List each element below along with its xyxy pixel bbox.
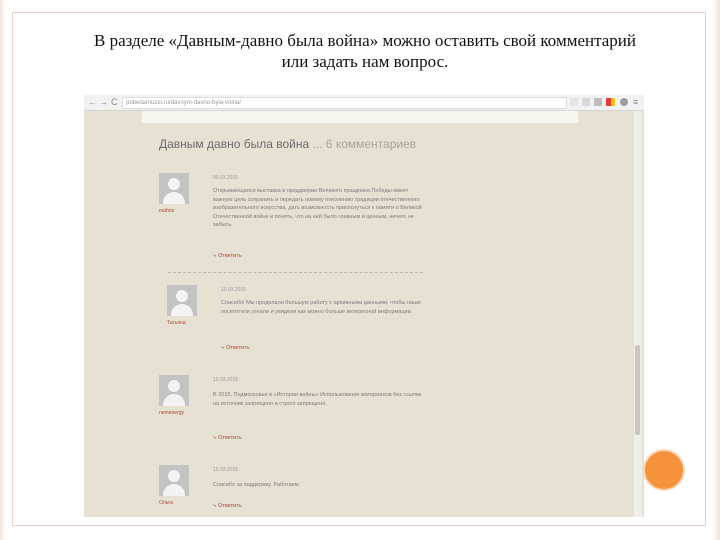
reply-link[interactable]: ⤷ Ответить — [213, 253, 242, 260]
back-arrow-icon[interactable]: ← — [88, 96, 97, 108]
menu-icon[interactable]: ≡ — [633, 96, 638, 108]
avatar — [167, 285, 197, 316]
avatar — [159, 375, 189, 406]
scrollbar-track[interactable] — [634, 111, 642, 517]
reply-icon: ⤷ — [213, 253, 217, 259]
comment-item: nemenergy 15.03.2015 В 2015, Подмосковье… — [159, 375, 421, 445]
reload-icon[interactable]: C — [111, 96, 118, 108]
comment-item: Ольга 16.03.2015 Спасибо за поддержку. Р… — [159, 465, 419, 517]
reply-icon: ⤷ — [213, 503, 217, 509]
comment-divider — [168, 272, 423, 273]
slide-title: В разделе «Давным-давно была война» можн… — [40, 30, 690, 72]
comment-item: Татьяна 10.03.2015 Спасибо! Мы проделали… — [167, 285, 427, 355]
address-bar[interactable]: pobedamuzei.ru/davnym-davno-byla-voina/ — [122, 97, 567, 109]
forward-arrow-icon[interactable]: → — [99, 96, 108, 108]
reply-icon: ⤷ — [213, 435, 217, 441]
reply-label: Ответить — [218, 253, 242, 259]
decorative-orange-circle — [643, 449, 685, 491]
comment-author[interactable]: Татьяна — [167, 320, 186, 326]
avatar — [159, 173, 189, 204]
comments-heading-title: Давным давно была война — [159, 137, 310, 151]
reply-link[interactable]: ⤷ Ответить — [213, 435, 242, 442]
reply-label: Ответить — [226, 345, 250, 351]
slide-edge-left — [0, 0, 6, 540]
comment-date[interactable]: 16.03.2015 — [213, 467, 238, 473]
reply-label: Ответить — [218, 503, 242, 509]
comment-text: Спасибо за поддержку. Работаем. — [213, 482, 301, 488]
reply-icon: ⤷ — [221, 345, 225, 351]
browser-screenshot: ← → C pobedamuzei.ru/davnym-davno-byla-v… — [84, 95, 644, 517]
extension-icon-4[interactable] — [611, 98, 615, 106]
comment-text: Спасибо! Мы проделали большую работу с а… — [221, 300, 421, 315]
page-header-strip — [142, 111, 578, 123]
comment-text: В 2015, Подмосковье в «Истории войны» Ис… — [213, 392, 422, 407]
slide-title-line-2: или задать нам вопрос. — [281, 52, 449, 71]
comment-date[interactable]: 09.03.2015 — [213, 175, 238, 181]
browser-toolbar: ← → C pobedamuzei.ru/davnym-davno-byla-v… — [84, 95, 644, 111]
comment-text: Открывающаяся выставка в преддверии Вели… — [213, 188, 422, 228]
comment-item: mahno 09.03.2015 Открывающаяся выставка … — [159, 173, 422, 268]
comment-date[interactable]: 10.03.2015 — [221, 287, 246, 293]
comment-date[interactable]: 15.03.2015 — [213, 377, 238, 383]
slide-title-line-1: В разделе «Давным-давно была война» можн… — [94, 31, 636, 50]
comment-author[interactable]: mahno — [159, 208, 174, 214]
comment-author[interactable]: nemenergy — [159, 410, 184, 416]
comments-count: ... 6 комментариев — [312, 137, 417, 151]
extension-icon-5[interactable] — [620, 98, 628, 106]
reply-link[interactable]: ⤷ Ответить — [213, 503, 242, 510]
comment-author[interactable]: Ольга — [159, 500, 173, 506]
reply-label: Ответить — [218, 435, 242, 441]
reply-link[interactable]: ⤷ Ответить — [221, 345, 250, 352]
scrollbar-thumb[interactable] — [635, 345, 640, 435]
star-icon[interactable] — [570, 98, 578, 106]
avatar — [159, 465, 189, 496]
comments-heading: Давным давно была война ... 6 комментари… — [159, 137, 416, 151]
extension-icon-1[interactable] — [582, 98, 590, 106]
extension-icon-2[interactable] — [594, 98, 602, 106]
slide-edge-right — [712, 0, 720, 540]
